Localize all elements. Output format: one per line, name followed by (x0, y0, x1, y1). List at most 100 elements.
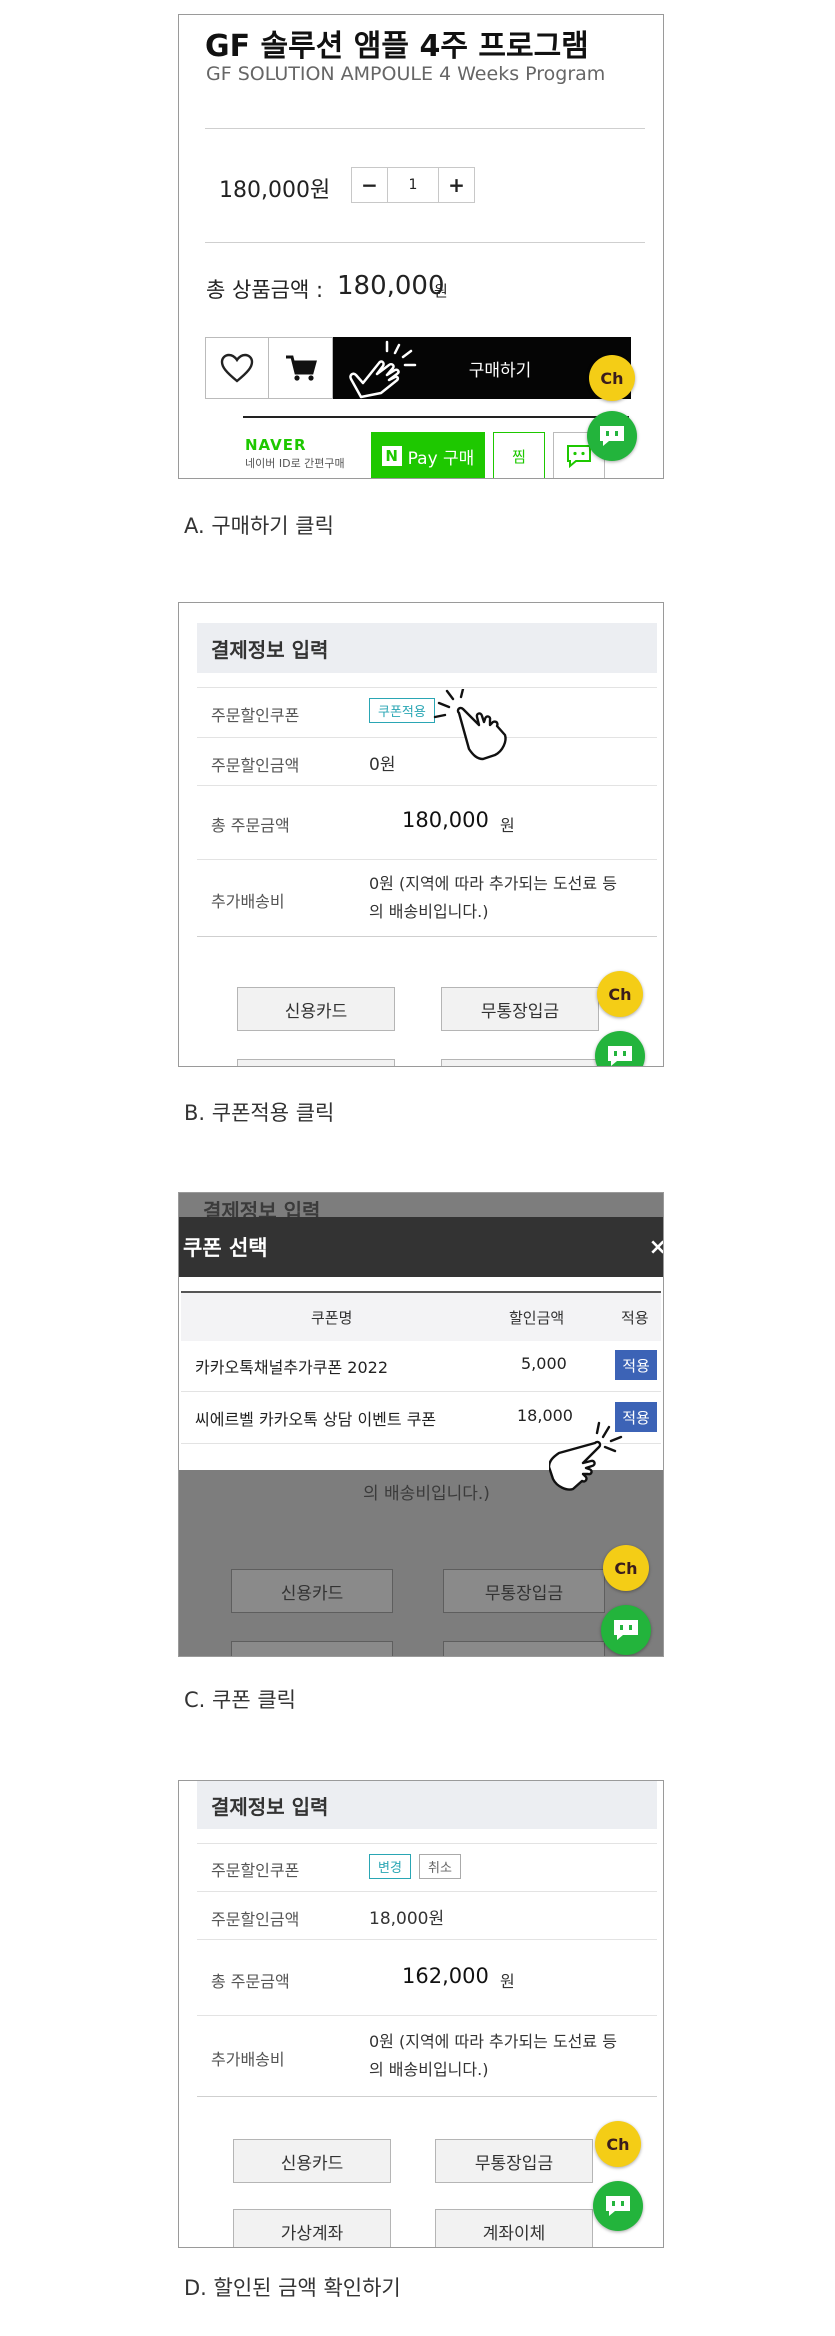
caption-b: B. 쿠폰적용 클릭 (184, 1101, 335, 1125)
qty-plus-button[interactable]: + (438, 167, 475, 203)
talk-chat-icon (600, 426, 624, 446)
quantity-stepper: − 1 + (351, 167, 475, 203)
shipping-value-line1: 0원 (지역에 따라 추가되는 도선료 등 (369, 2032, 617, 2051)
kakao-channel-button[interactable]: Ch (589, 355, 635, 401)
product-subtitle: GF SOLUTION AMPOULE 4 Weeks Program (206, 63, 606, 85)
discount-label: 주문할인금액 (211, 1910, 300, 1929)
divider (205, 242, 645, 243)
close-icon[interactable]: × (649, 1235, 663, 1260)
total-value: 180,000 (337, 271, 445, 301)
coupon-modal-panel: 결제정보 입력 의 배송비입니다.) 신용카드 무통장입금 가상계좌 계좌이체 … (178, 1192, 664, 1657)
talk-chat-button[interactable] (601, 1605, 651, 1655)
background-shipping-text: 의 배송비입니다.) (363, 1484, 490, 1504)
total-label: 총 상품금액 : (206, 278, 324, 302)
talk-chat-button[interactable] (587, 411, 637, 461)
talk-chat-icon (614, 1620, 638, 1640)
pay-transfer-button[interactable]: 계좌이체 (435, 2209, 593, 2247)
coupon-row: 주문할인쿠폰 변경 취소 (197, 1843, 657, 1892)
coupon-amount: 5,000 (521, 1354, 567, 1373)
pay-bank-deposit-button[interactable]: 무통장입금 (435, 2139, 593, 2183)
talk-chat-button[interactable] (593, 2181, 643, 2231)
npay-button[interactable]: N Pay 구매 (371, 432, 485, 478)
product-panel: GF 솔루션 앰플 4주 프로그램 GF SOLUTION AMPOULE 4 … (178, 14, 664, 479)
kakao-channel-icon: Ch (606, 2134, 630, 2154)
kakao-channel-icon: Ch (614, 1558, 638, 1578)
discount-value: 0원 (369, 755, 396, 775)
coupon-row: 주문할인쿠폰 쿠폰적용 (197, 687, 657, 738)
pay-credit-card-button[interactable]: 신용카드 (237, 987, 395, 1031)
total-value: 180,000 (402, 808, 489, 832)
buy-button[interactable]: 구매하기 (333, 337, 631, 399)
heart-icon (220, 353, 254, 383)
total-unit: 원 (500, 1972, 515, 1991)
talk-chat-button[interactable] (595, 1031, 645, 1066)
quantity-input[interactable]: 1 (388, 167, 438, 203)
coupon-label: 주문할인쿠폰 (211, 706, 300, 725)
npay-label: Pay 구매 (407, 448, 475, 469)
payment-panel-before: 결제정보 입력 주문할인쿠폰 쿠폰적용 주문할인금액 0원 총 주문금액 180… (178, 602, 664, 1067)
caption-c: C. 쿠폰 클릭 (184, 1688, 296, 1712)
talk-chat-icon (608, 1046, 632, 1066)
caption-a: A. 구매하기 클릭 (184, 514, 334, 538)
total-unit: 원 (500, 816, 515, 835)
section-title: 결제정보 입력 (197, 623, 657, 673)
pay-option-partial[interactable] (237, 1059, 395, 1066)
pointing-hand-icon (433, 689, 507, 761)
talk-chat-icon (606, 2196, 630, 2216)
total-row: 총 주문금액 162,000 원 (197, 1939, 657, 2016)
product-title: GF 솔루션 앰플 4주 프로그램 (205, 29, 589, 64)
pay-bank-deposit-button: 무통장입금 (443, 1569, 605, 1613)
chat-bubble-icon (567, 445, 591, 468)
buy-label: 구매하기 (468, 360, 532, 381)
kakao-channel-button[interactable]: Ch (595, 2121, 641, 2167)
discount-row: 주문할인금액 0원 (197, 737, 657, 786)
cart-button[interactable] (269, 337, 333, 399)
total-label: 총 주문금액 (211, 1972, 290, 1991)
shipping-label: 추가배송비 (211, 2050, 285, 2069)
total-value: 162,000 (402, 1964, 489, 1988)
discount-row: 주문할인금액 18,000원 (197, 1891, 657, 1940)
pay-bank-deposit-button[interactable]: 무통장입금 (441, 987, 599, 1031)
shipping-row: 추가배송비 0원 (지역에 따라 추가되는 도선료 등 의 배송비입니다.) (197, 859, 657, 937)
divider (243, 416, 629, 418)
section-title: 결제정보 입력 (197, 1781, 657, 1829)
pay-credit-card-button: 신용카드 (231, 1569, 393, 1613)
zzim-button[interactable]: 찜 (493, 432, 545, 478)
kakao-channel-button[interactable]: Ch (597, 971, 643, 1017)
modal-header: 쿠폰 선택 × (179, 1217, 663, 1277)
coupon-name: 씨에르벨 카카오톡 상담 이벤트 쿠폰 (195, 1410, 437, 1429)
pay-option-partial[interactable] (441, 1059, 599, 1066)
kakao-channel-icon: Ch (608, 984, 632, 1004)
product-price: 180,000원 (219, 178, 331, 203)
divider (205, 128, 645, 129)
wishlist-button[interactable] (205, 337, 269, 399)
shipping-value-line1: 0원 (지역에 따라 추가되는 도선료 등 (369, 874, 617, 893)
coupon-row: 카카오톡채널추가쿠폰 2022 5,000 적용 (181, 1339, 661, 1392)
pay-virtual-account-button: 가상계좌 (231, 1641, 393, 1656)
coupon-label: 주문할인쿠폰 (211, 1861, 300, 1880)
pay-virtual-account-button[interactable]: 가상계좌 (233, 2209, 391, 2247)
pay-credit-card-button[interactable]: 신용카드 (233, 2139, 391, 2183)
total-unit: 원 (434, 282, 448, 300)
col-coupon-name: 쿠폰명 (311, 1309, 353, 1327)
apply-coupon-button[interactable]: 쿠폰적용 (369, 698, 435, 723)
shipping-value-line2: 의 배송비입니다.) (369, 2060, 489, 2079)
discount-value: 18,000원 (369, 1909, 445, 1929)
cart-icon (285, 355, 317, 381)
kakao-channel-icon: Ch (600, 368, 624, 388)
apply-coupon-button[interactable]: 적용 (615, 1350, 657, 1380)
shipping-value-line2: 의 배송비입니다.) (369, 902, 489, 921)
shipping-row: 추가배송비 0원 (지역에 따라 추가되는 도선료 등 의 배송비입니다.) (197, 2015, 657, 2097)
shipping-label: 추가배송비 (211, 892, 285, 911)
naver-note: 네이버 ID로 간편구매 (245, 457, 345, 470)
npay-logo: N (381, 446, 402, 466)
change-coupon-button[interactable]: 변경 (369, 1854, 411, 1879)
col-apply: 적용 (621, 1309, 649, 1327)
pointing-hand-icon (549, 1421, 623, 1491)
kakao-channel-button[interactable]: Ch (603, 1545, 649, 1591)
qty-minus-button[interactable]: − (351, 167, 388, 203)
coupon-name: 카카오톡채널추가쿠폰 2022 (195, 1358, 389, 1377)
discount-label: 주문할인금액 (211, 756, 300, 775)
cancel-coupon-button[interactable]: 취소 (419, 1854, 461, 1879)
naver-logo: NAVER (245, 436, 307, 454)
